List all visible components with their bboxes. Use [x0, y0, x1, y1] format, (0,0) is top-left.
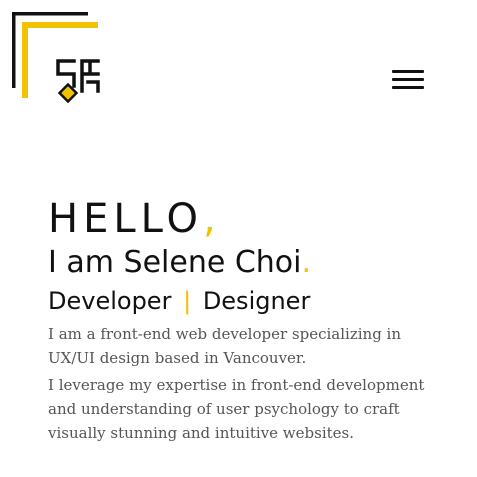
- bio-paragraph-1: I am a front-end web developer specializ…: [48, 325, 402, 367]
- sc-monogram-logo-icon[interactable]: [8, 8, 112, 112]
- menu-bar-bottom: [392, 86, 424, 89]
- role-developer: Developer: [48, 287, 172, 315]
- menu-bar-middle: [392, 78, 424, 81]
- hamburger-menu-button[interactable]: [388, 66, 428, 94]
- hello-heading: HELLO,: [48, 196, 448, 242]
- greeting-text: HELLO: [48, 196, 203, 242]
- role-separator: |: [183, 287, 192, 315]
- menu-bar-top: [392, 70, 424, 73]
- bio-text: I am a front-end web developer specializ…: [48, 322, 433, 445]
- name-text: I am Selene Choi: [48, 245, 302, 280]
- logo-graphic: [8, 8, 100, 104]
- name-accent-mark: .: [301, 245, 312, 280]
- bio-paragraph-2: I leverage my expertise in front-end dev…: [48, 376, 425, 442]
- name-heading: I am Selene Choi.: [48, 244, 448, 282]
- role-designer: Designer: [202, 287, 311, 315]
- roles-heading: Developer | Designer: [48, 284, 448, 318]
- hero-section: HELLO, I am Selene Choi. Developer | Des…: [48, 196, 448, 448]
- greeting-accent-mark: ,: [202, 196, 221, 242]
